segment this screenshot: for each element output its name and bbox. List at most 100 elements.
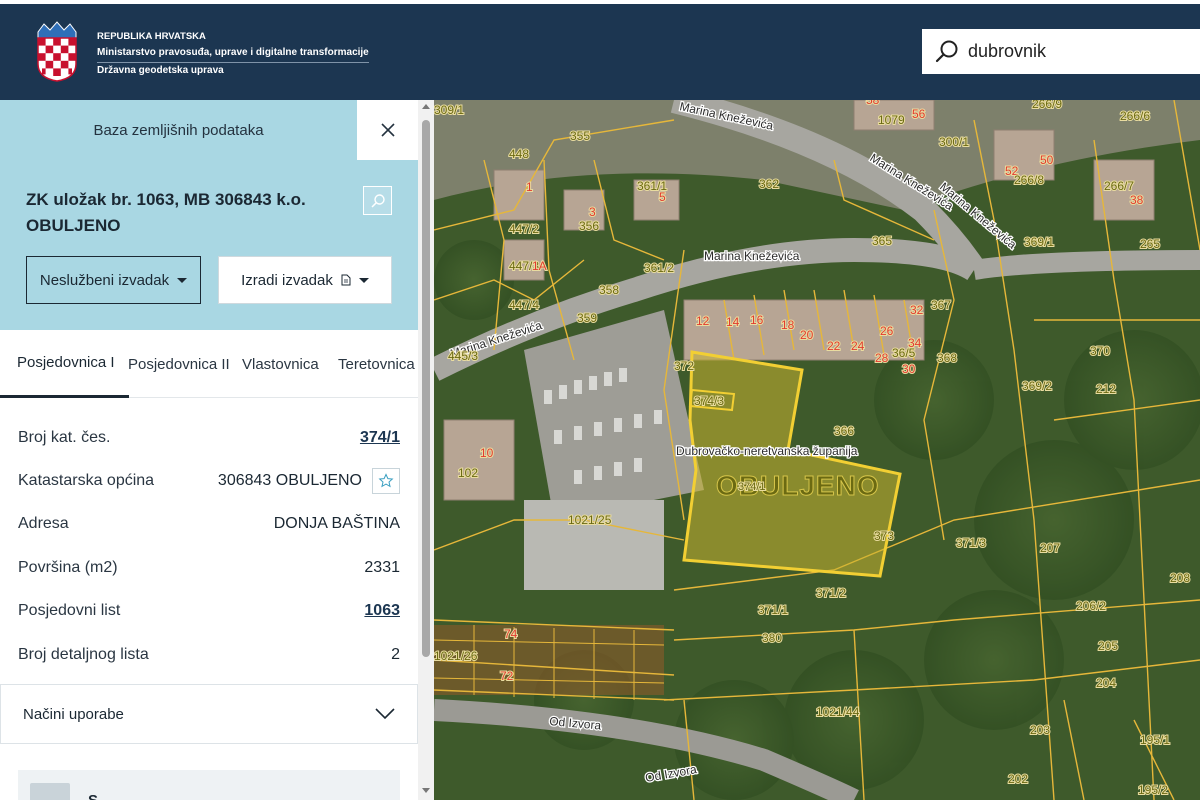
close-button[interactable]	[357, 100, 418, 160]
tab-posjedovnica-1[interactable]: Posjedovnica I	[0, 330, 129, 398]
close-icon	[380, 123, 395, 137]
parcel-heading: ZK uložak br. 1063, MB 306843 k.o. OBULJ…	[26, 187, 346, 239]
top-header: REPUBLIKA HRVATSKA Ministarstvo pravosuđ…	[0, 0, 1200, 100]
county-label: Dubrovačko-neretvanska županija	[676, 444, 858, 458]
detail-label: Adresa	[18, 515, 69, 533]
parcel-label: 72	[500, 669, 514, 683]
tab-posjedovnica-2[interactable]: Posjedovnica II	[128, 330, 230, 398]
parcel-label: 370	[1090, 344, 1110, 358]
scroll-down-arrow-icon[interactable]	[422, 788, 430, 793]
scroll-up-arrow-icon[interactable]	[422, 104, 430, 109]
card-icon	[30, 783, 70, 800]
parcel-label: 203	[1030, 723, 1050, 737]
detail-tabs: Posjedovnica I Posjedovnica II Vlastovni…	[0, 330, 418, 398]
parcel-label: 266/9	[1032, 100, 1062, 111]
search-icon	[935, 40, 958, 62]
parcel-label: 1021/26	[434, 649, 478, 663]
parcel-label: 372	[674, 359, 694, 373]
detail-row: Površina (m2) 2331	[0, 546, 418, 589]
parcel-label: 1021/25	[568, 513, 612, 527]
parcel-label: 18	[781, 318, 795, 332]
parcel-label: 266/6	[1120, 109, 1150, 123]
parcel-label: 371/1	[758, 603, 788, 617]
detail-value: 2331	[364, 558, 400, 576]
header-top-border	[0, 0, 1200, 4]
parcel-label: 380	[762, 631, 782, 645]
parcel-label: 58	[866, 100, 880, 107]
detail-label: Broj kat. čes.	[18, 428, 111, 446]
parcel-number-link[interactable]: 374/1	[360, 429, 400, 447]
parcel-label: 368	[937, 351, 957, 365]
parcel-label: 195/2	[1138, 783, 1168, 797]
search-input[interactable]	[968, 41, 1198, 62]
detail-label: Površina (m2)	[18, 558, 118, 576]
parcel-summary: ZK uložak br. 1063, MB 306843 k.o. OBULJ…	[0, 160, 418, 330]
parcel-label: 1079	[878, 113, 905, 127]
organization-name: REPUBLIKA HRVATSKA Ministarstvo pravosuđ…	[97, 29, 369, 79]
detail-label: Katastarska općina	[18, 472, 155, 490]
unofficial-extract-button[interactable]: Neslužbeni izvadak	[26, 256, 201, 304]
parcel-label: 358	[599, 283, 619, 297]
tab-vlastovnica[interactable]: Vlastovnica	[242, 330, 319, 398]
parcel-label: 371/2	[816, 586, 846, 600]
parcel-label: 56	[912, 107, 926, 121]
detail-row: Broj detaljnog lista 2	[0, 633, 418, 676]
zoom-to-parcel-button[interactable]	[363, 186, 392, 215]
detail-value: 306843 OBULJENO	[217, 472, 362, 490]
detail-row: Katastarska općina 306843 OBULJENO	[0, 459, 418, 502]
parcel-label: 265	[1140, 237, 1160, 251]
detail-value: 2	[391, 645, 400, 663]
parcel-heading-line-2: OBULJENO	[26, 216, 121, 235]
parcel-label: 30	[902, 362, 916, 376]
parcel-label: 300/1	[939, 135, 969, 149]
parcel-label: 206/2	[1076, 599, 1106, 613]
map-view[interactable]: Marina Kneževića Marina Kneževića Marina…	[434, 100, 1200, 800]
info-card: S... ...	[18, 770, 400, 800]
parcel-label: 22	[827, 339, 841, 353]
sidebar-title-row: Baza zemljišnih podataka	[0, 100, 418, 160]
org-line-2: Ministarstvo pravosuđa, uprave i digital…	[97, 45, 369, 63]
parcel-label: 447/4	[509, 298, 539, 312]
create-extract-button[interactable]: Izradi izvadak	[218, 256, 392, 304]
ownership-sheet-link[interactable]: 1063	[364, 602, 400, 620]
detail-row: Broj kat. čes. 374/1	[0, 416, 418, 459]
parcel-details: Broj kat. čes. 374/1 Katastarska općina …	[0, 416, 418, 676]
parcel-label: 362	[759, 177, 779, 191]
tab-teretovnica[interactable]: Teretovnica	[338, 330, 415, 398]
parcel-label: 445/3	[448, 349, 478, 363]
detail-label: Broj detaljnog lista	[18, 645, 149, 663]
orthophoto-map[interactable]: Marina Kneževića Marina Kneževića Marina…	[434, 100, 1200, 800]
parcel-label: 14	[726, 315, 740, 329]
parcel-label: 266/7	[1104, 179, 1134, 193]
parcel-label: 266/8	[1014, 173, 1044, 187]
global-search[interactable]	[922, 29, 1200, 74]
parcel-label: 5	[659, 190, 666, 204]
road-east	[972, 250, 1200, 280]
caret-down-icon	[358, 277, 369, 283]
parcel-label: 28	[875, 351, 889, 365]
croatian-coat-of-arms-icon	[37, 21, 77, 82]
parcel-label: 204	[1096, 676, 1116, 690]
favorite-button[interactable]	[372, 468, 400, 495]
parcel-label: 207	[1040, 541, 1060, 555]
parcel-label: 1021/44	[816, 705, 860, 719]
parcel-label: 36/5	[892, 346, 916, 360]
sidebar-scrollbar[interactable]	[418, 100, 434, 800]
caret-down-icon	[177, 277, 188, 283]
parcel-label: 367	[931, 298, 951, 312]
parcel-label: 369/2	[1022, 379, 1052, 393]
parcel-label: 16	[750, 313, 764, 327]
detail-label: Posjedovni list	[18, 602, 121, 620]
scrollbar-thumb[interactable]	[422, 120, 430, 657]
card-text: S... ...	[88, 792, 127, 800]
parcel-label: 359	[577, 311, 597, 325]
parcel-label: 3	[589, 205, 596, 219]
parcel-label: 374/3	[694, 394, 724, 408]
parcel-label: 20	[800, 328, 814, 342]
detail-value: DONJA BAŠTINA	[273, 515, 400, 533]
parcel-label: 355	[570, 129, 590, 143]
detail-row: Adresa DONJA BAŠTINA	[0, 503, 418, 546]
parcel-label: 74	[504, 627, 518, 641]
parcel-label: 1	[526, 180, 533, 194]
usage-accordion[interactable]: Načini uporabe	[0, 684, 418, 744]
